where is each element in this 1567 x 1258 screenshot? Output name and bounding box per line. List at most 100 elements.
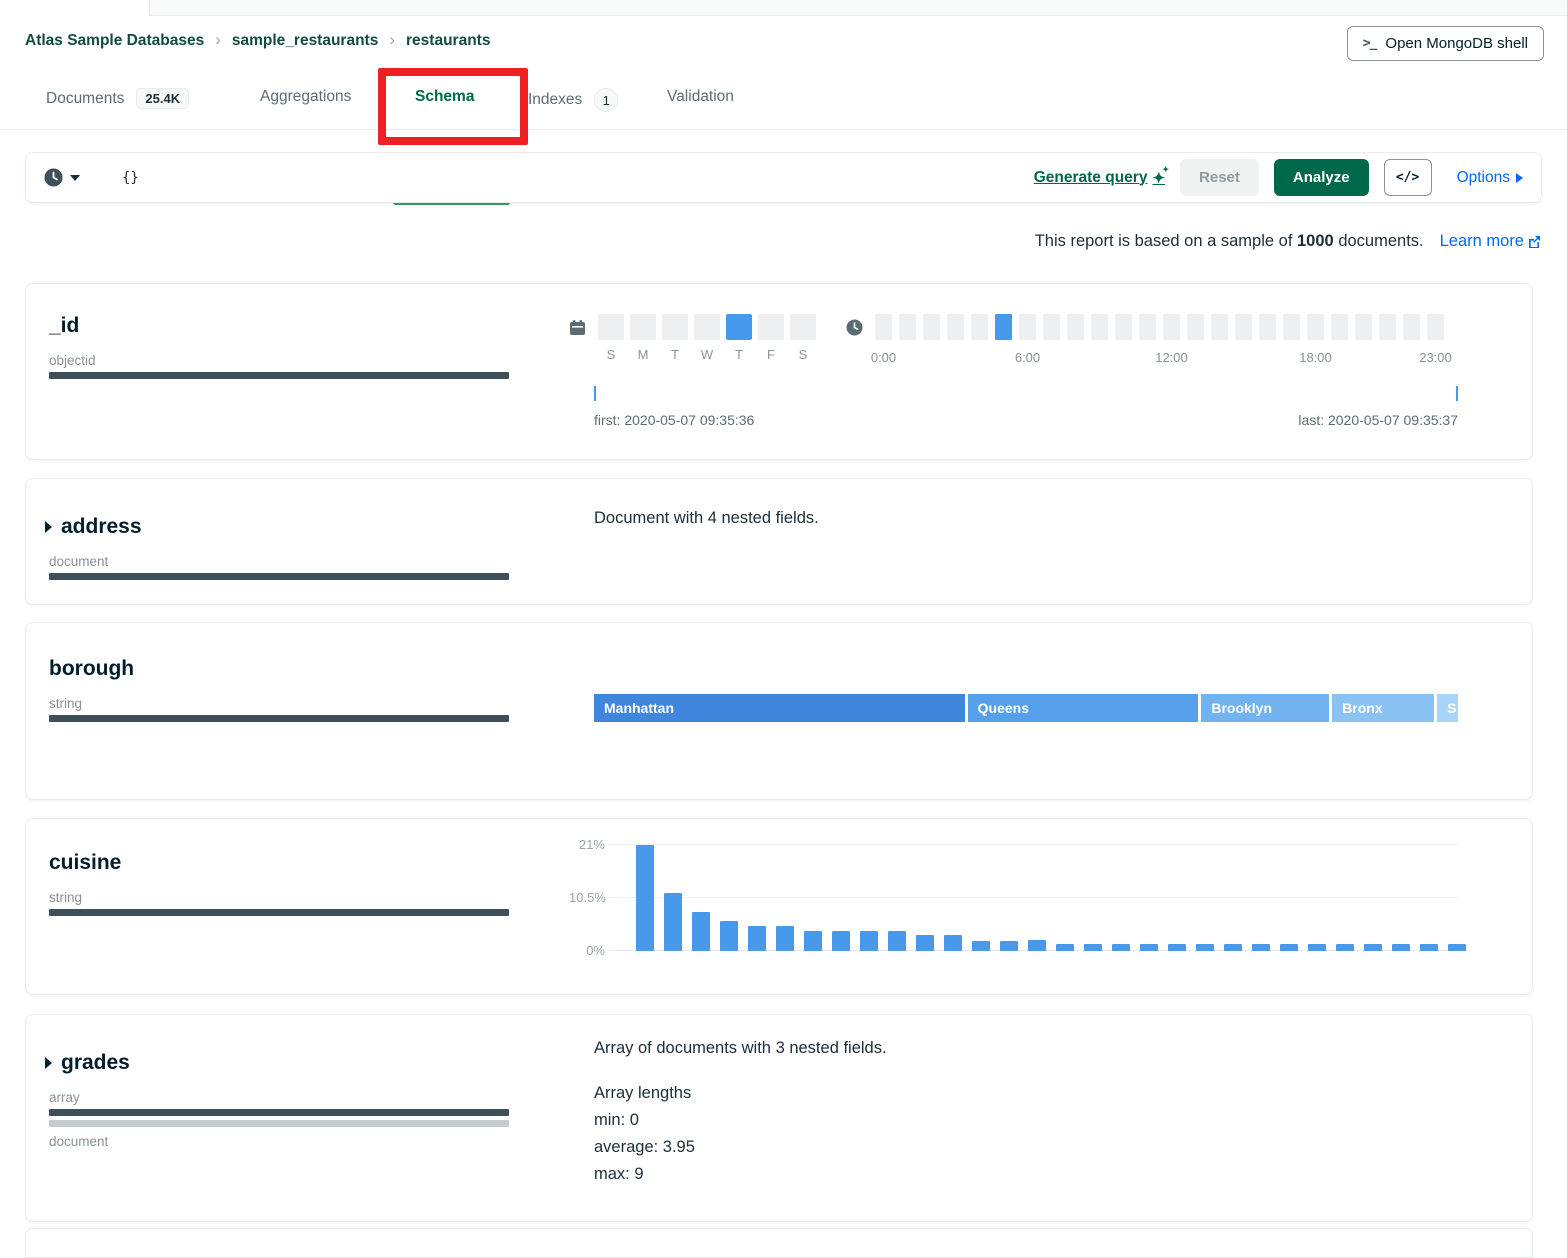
cuisine-bar[interactable]: [1084, 944, 1102, 951]
borough-segment[interactable]: Bronx: [1332, 694, 1434, 722]
cuisine-bar[interactable]: [832, 931, 850, 951]
weekday-bar[interactable]: [662, 314, 688, 340]
open-mongodb-shell-button[interactable]: >_ Open MongoDB shell: [1347, 26, 1544, 61]
cuisine-bar[interactable]: [1448, 944, 1466, 951]
schema-field-card-id: _id objectid SMTWTFS 0:006:0012:0018:002…: [25, 283, 1533, 460]
cuisine-bar[interactable]: [748, 926, 766, 951]
weekday-column: M: [630, 314, 656, 362]
generate-query-link[interactable]: Generate query ✦✦: [1034, 169, 1165, 187]
hour-bar[interactable]: [899, 314, 916, 340]
hour-bar[interactable]: [1235, 314, 1252, 340]
learn-more-link[interactable]: Learn more: [1440, 232, 1541, 251]
weekday-bar[interactable]: [790, 314, 816, 340]
hour-bar[interactable]: [1139, 314, 1156, 340]
hour-bar[interactable]: [1115, 314, 1132, 340]
weekday-bar[interactable]: [694, 314, 720, 340]
cuisine-bar[interactable]: [1140, 944, 1158, 951]
cuisine-bar[interactable]: [860, 931, 878, 951]
cuisine-bar-chart: 21% 10.5% 0%: [569, 844, 1458, 976]
hour-bar[interactable]: [1355, 314, 1372, 340]
code-brackets-icon: </>: [1396, 170, 1419, 185]
cuisine-bar[interactable]: [636, 845, 654, 951]
cuisine-bar[interactable]: [664, 893, 682, 951]
query-history-button[interactable]: [44, 168, 80, 187]
hour-bar[interactable]: [995, 314, 1012, 340]
field-type-label: array: [49, 1090, 509, 1105]
cuisine-bar[interactable]: [1364, 944, 1382, 951]
hour-bar[interactable]: [1091, 314, 1108, 340]
hour-bar[interactable]: [1283, 314, 1300, 340]
cuisine-bar[interactable]: [1000, 941, 1018, 951]
cuisine-bar[interactable]: [1168, 944, 1186, 951]
analyze-button[interactable]: Analyze: [1274, 159, 1369, 196]
breadcrumb-database-group[interactable]: Atlas Sample Databases: [25, 32, 204, 50]
hour-bar[interactable]: [1163, 314, 1180, 340]
options-toggle[interactable]: Options: [1457, 169, 1523, 187]
cuisine-bar[interactable]: [1420, 944, 1438, 951]
cuisine-bar[interactable]: [1028, 940, 1046, 951]
hour-bar[interactable]: [1043, 314, 1060, 340]
cuisine-bar[interactable]: [1252, 944, 1270, 951]
hour-bar[interactable]: [1427, 314, 1444, 340]
hour-bar[interactable]: [1019, 314, 1036, 340]
cuisine-bar[interactable]: [1112, 944, 1130, 951]
cuisine-bar[interactable]: [1056, 944, 1074, 951]
weekday-bar[interactable]: [630, 314, 656, 340]
cuisine-bar[interactable]: [944, 935, 962, 951]
cuisine-bar[interactable]: [1196, 944, 1214, 951]
hour-bar[interactable]: [947, 314, 964, 340]
filter-input[interactable]: {}: [122, 170, 1034, 186]
expand-caret-icon[interactable]: [45, 1057, 52, 1069]
breadcrumb-collection[interactable]: restaurants: [406, 32, 490, 50]
field-name: cuisine: [49, 851, 509, 875]
cuisine-bar[interactable]: [776, 926, 794, 951]
cuisine-bar[interactable]: [720, 921, 738, 951]
collection-tab-bar: Documents 25.4K Aggregations Schema Inde…: [0, 82, 1567, 130]
hour-bar[interactable]: [1403, 314, 1420, 340]
cuisine-bar[interactable]: [972, 941, 990, 951]
cuisine-bar[interactable]: [916, 935, 934, 951]
reset-button[interactable]: Reset: [1180, 159, 1259, 196]
hour-axis-label: 23:00: [1419, 350, 1452, 365]
tab-validation-label: Validation: [667, 88, 734, 106]
borough-segment[interactable]: S: [1437, 694, 1458, 722]
tab-aggregations[interactable]: Aggregations: [260, 88, 351, 106]
documents-count-badge: 25.4K: [136, 88, 189, 109]
cuisine-bar[interactable]: [888, 931, 906, 951]
code-view-toggle-button[interactable]: </>: [1384, 159, 1432, 196]
tab-indexes[interactable]: Indexes 1: [528, 88, 618, 112]
tab-documents[interactable]: Documents 25.4K: [46, 88, 189, 109]
cuisine-bar[interactable]: [1336, 944, 1354, 951]
tab-schema[interactable]: Schema: [415, 88, 474, 106]
weekday-bar[interactable]: [758, 314, 784, 340]
weekday-bar[interactable]: [726, 314, 752, 340]
borough-segment[interactable]: Manhattan: [594, 694, 965, 722]
hour-bar[interactable]: [1331, 314, 1348, 340]
cuisine-bar[interactable]: [1224, 944, 1242, 951]
range-end-tick: [1456, 386, 1458, 401]
hour-bar[interactable]: [1211, 314, 1228, 340]
hour-bar[interactable]: [1067, 314, 1084, 340]
cuisine-bar[interactable]: [1280, 944, 1298, 951]
hour-bar[interactable]: [971, 314, 988, 340]
cuisine-bar[interactable]: [1392, 944, 1410, 951]
cuisine-bar[interactable]: [692, 912, 710, 951]
hour-bar[interactable]: [1187, 314, 1204, 340]
cuisine-bar[interactable]: [1308, 944, 1326, 951]
hour-histogram: 0:006:0012:0018:0023:00: [875, 314, 1445, 374]
borough-segment[interactable]: Brooklyn: [1201, 694, 1329, 722]
breadcrumb-database[interactable]: sample_restaurants: [232, 32, 378, 50]
hour-bar[interactable]: [1307, 314, 1324, 340]
hour-bar[interactable]: [875, 314, 892, 340]
type-distribution-bar: [49, 715, 509, 722]
cuisine-bar[interactable]: [804, 931, 822, 951]
field-type-label: string: [49, 890, 509, 905]
borough-segment[interactable]: Queens: [968, 694, 1199, 722]
weekday-bar[interactable]: [598, 314, 624, 340]
weekday-column: W: [694, 314, 720, 362]
expand-caret-icon[interactable]: [45, 521, 52, 533]
hour-bar[interactable]: [923, 314, 940, 340]
tab-validation[interactable]: Validation: [667, 88, 734, 106]
hour-bar[interactable]: [1379, 314, 1396, 340]
hour-bar[interactable]: [1259, 314, 1276, 340]
